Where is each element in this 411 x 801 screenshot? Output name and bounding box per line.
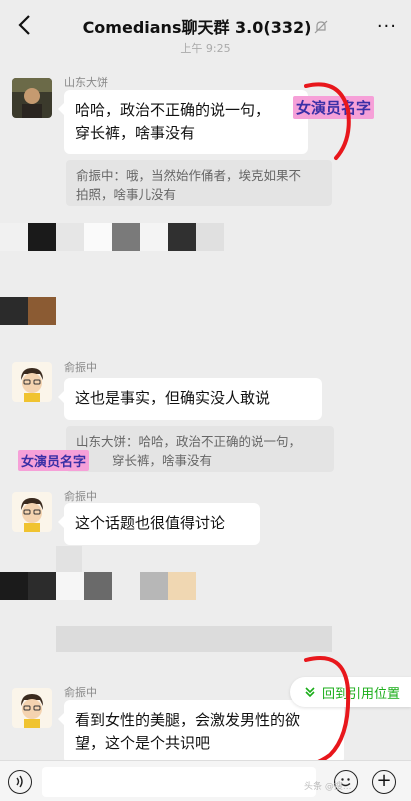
- redaction-label: 女演员名字: [18, 450, 90, 471]
- avatar[interactable]: [12, 492, 52, 532]
- message-line: 看到女性的美腿，会激发男性的欲: [75, 711, 301, 729]
- avatar-cartoon: [12, 688, 52, 728]
- avatar-cartoon: [12, 492, 52, 532]
- quoted-message[interactable]: 山东大饼：哈哈，政治不正确的说一句， 穿长裤，啥事没有: [66, 426, 334, 472]
- message-line: 穿长裤，啥事没有: [75, 124, 196, 142]
- sender-name: 俞振中: [64, 686, 97, 699]
- avatar[interactable]: [12, 362, 52, 402]
- voice-waves-icon: [16, 775, 23, 788]
- chat-title-text: Comedians聊天群 3.0(332): [82, 18, 312, 37]
- quote-line: 俞振中：哦，当然始作俑者，埃克如果不: [76, 168, 302, 183]
- message-bubble[interactable]: 这个话题也很值得讨论: [58, 503, 260, 545]
- quote-line: 穿长裤，啥事没有: [112, 453, 213, 468]
- avatar[interactable]: [12, 78, 52, 118]
- sender-name: 山东大饼: [64, 76, 108, 89]
- message-line: 望，这个是个共识吧: [75, 734, 211, 752]
- pixelated-area: [56, 626, 332, 652]
- pixelated-area: [56, 546, 82, 572]
- quoted-message[interactable]: 俞振中：哦，当然始作俑者，埃克如果不 拍照，啥事儿没有: [66, 160, 332, 206]
- pixelated-area: [0, 572, 196, 600]
- message-bubble[interactable]: 这也是事实，但确实没人敢说: [58, 378, 322, 420]
- message-text: 这也是事实，但确实没人敢说: [75, 389, 271, 407]
- avatar-photo: [12, 78, 52, 118]
- avatar[interactable]: [12, 688, 52, 728]
- jump-to-quote-label: 回到引用位置: [322, 686, 401, 702]
- sender-name: 俞振中: [64, 490, 97, 503]
- quote-line: 拍照，啥事儿没有: [76, 187, 177, 202]
- redaction-label: 女演员名字: [293, 96, 375, 119]
- message-input-field[interactable]: [42, 767, 316, 797]
- message-bubble[interactable]: 看到女性的美腿，会激发男性的欲 望，这个是个共识吧: [58, 700, 344, 764]
- plus-icon[interactable]: +: [372, 770, 396, 794]
- jump-to-quote-button[interactable]: 回到引用位置: [290, 677, 411, 707]
- more-options-button[interactable]: ···: [377, 16, 397, 37]
- sender-name: 俞振中: [64, 361, 97, 374]
- voice-icon[interactable]: [8, 770, 32, 794]
- mute-bell-icon: [314, 20, 328, 34]
- message-line: 哈哈，政治不正确的说一句，: [75, 101, 271, 119]
- pixelated-area: [0, 297, 56, 325]
- double-chevron-down-icon: [305, 687, 315, 698]
- timestamp: 上午 9:25: [180, 42, 231, 55]
- avatar-cartoon: [12, 362, 52, 402]
- pixelated-area: [0, 223, 252, 251]
- chat-title: Comedians聊天群 3.0(332): [0, 14, 411, 38]
- quote-line: 山东大饼：哈哈，政治不正确的说一句，: [76, 434, 302, 449]
- watermark-text: 头条 @搜...: [304, 782, 352, 792]
- message-text: 这个话题也很值得讨论: [75, 514, 226, 532]
- message-bubble[interactable]: 哈哈，政治不正确的说一句， 穿长裤，啥事没有: [58, 90, 308, 154]
